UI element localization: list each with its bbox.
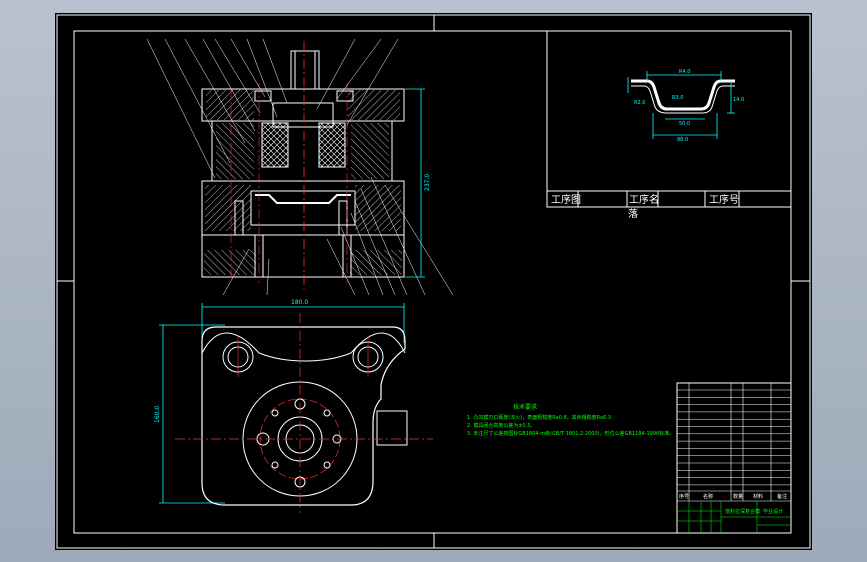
closed-height-dimension [405, 88, 425, 278]
col-name: 名称 [703, 493, 713, 500]
notes-line2: 2. 模具闭合高度公差为±0.5。 [467, 422, 536, 429]
part-dim-width: 50.0 [679, 121, 690, 127]
cad-drawing-canvas: 工序图 工序名 工序号 落 R4.0 R2.0 R3.0 14.0 50.0 8… [55, 13, 812, 550]
assembly-section-view: 237.0 [146, 38, 454, 296]
width-label: 180.0 [291, 299, 308, 306]
title-block-grid [677, 501, 791, 533]
height-dimension [159, 324, 225, 504]
title-drawing-name: 落料拉深复合模 [725, 508, 760, 515]
notes-line1: 1. 凸凹模刃口硬度(淬火)，表面粗糙度Ra0.8，其余粗糙度Ra6.3 [467, 414, 611, 421]
part-dim-top: R4.0 [679, 69, 690, 75]
part-dim-outer: 88.0 [677, 137, 688, 143]
frame-centering-marks [57, 15, 810, 548]
part-dim-flange: R2.0 [634, 100, 645, 106]
title-company: 毕业设计 [763, 508, 783, 515]
parts-list: 序号 名称 数量 材料 备注 落料拉深复合模 毕业设计 [676, 382, 792, 534]
process-header-name: 工序名 [629, 193, 659, 206]
process-header-drawing: 工序图 [551, 193, 581, 206]
col-remark: 备注 [777, 493, 787, 500]
col-material: 材料 [753, 493, 763, 500]
process-header-number: 工序号 [709, 193, 739, 206]
inner-frame [73, 30, 792, 534]
notes-line3: 3. 未注尺寸公差按国标GB1804-m级(GB/T 1801.2-2000)，… [467, 430, 674, 437]
lower-die-plan-view: 180.0 160.0 [154, 299, 433, 513]
height-label: 160.0 [154, 406, 161, 423]
closed-height-label: 237.0 [424, 174, 431, 191]
outer-frame [56, 14, 811, 549]
part-dim-depth: 14.0 [733, 97, 744, 103]
process-name-value: 落 [628, 208, 638, 220]
technical-requirements: 技术要求 1. 凸凹模刃口硬度(淬火)，表面粗糙度Ra0.8，其余粗糙度Ra6.… [467, 403, 674, 437]
cad-drawing: 工序图 工序名 工序号 落 R4.0 R2.0 R3.0 14.0 50.0 8… [56, 14, 811, 549]
notes-title: 技术要求 [513, 403, 537, 411]
col-qty: 数量 [733, 493, 743, 500]
part-leaders [146, 38, 454, 296]
process-drawing-box: 工序图 工序名 工序号 落 R4.0 R2.0 R3.0 14.0 50.0 8… [546, 30, 792, 220]
bolt-holes [256, 398, 342, 488]
col-seq: 序号 [679, 493, 689, 500]
width-dimension [201, 303, 405, 343]
part-dim-inner: R3.0 [672, 95, 683, 101]
